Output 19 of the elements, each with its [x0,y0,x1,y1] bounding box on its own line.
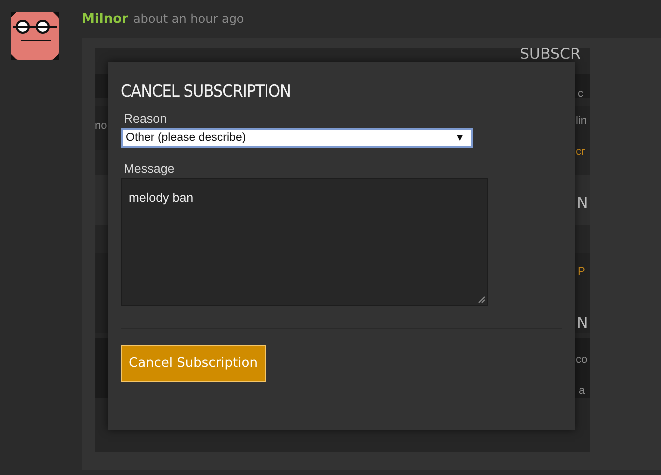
body-text: lin [576,115,588,128]
link-text[interactable]: cr [576,146,586,159]
body-text: c [578,88,584,101]
dialog-title: CANCEL SUBSCRIPTION [121,82,292,102]
author-name[interactable]: Milnor [82,12,128,27]
link-text[interactable]: P [578,266,586,279]
section-heading: N [577,196,588,211]
section-heading: N [577,316,588,331]
avatar-icon [11,12,59,60]
message-label: Message [124,162,176,176]
body-text: no [95,120,108,133]
body-text: co [576,354,588,367]
section-heading: SUBSCR [520,48,581,62]
reason-label: Reason [124,112,168,126]
body-text: a [579,385,586,398]
post-time: about an hour ago [133,12,244,26]
reason-select[interactable]: Other (please describe) ▼ [121,128,473,148]
message-field[interactable]: melody ban [121,178,488,306]
resize-grip-icon[interactable] [478,296,486,304]
